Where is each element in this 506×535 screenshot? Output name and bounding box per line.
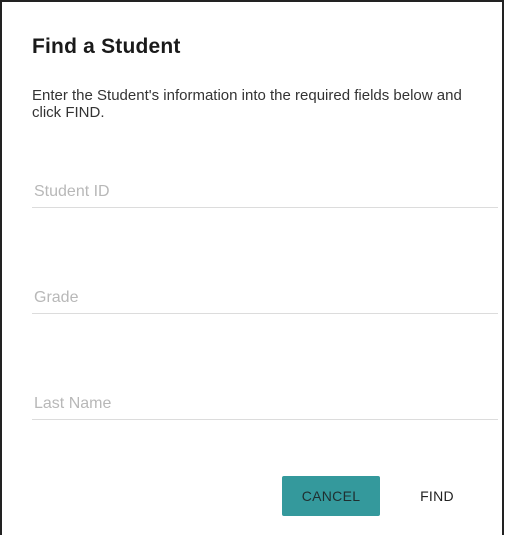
grade-input[interactable] <box>32 285 502 311</box>
student-id-input[interactable] <box>32 179 502 205</box>
grade-field <box>32 285 502 314</box>
find-button[interactable]: FIND <box>400 476 474 516</box>
student-id-field <box>32 179 502 208</box>
last-name-field <box>32 391 502 420</box>
cancel-button[interactable]: CANCEL <box>282 476 380 516</box>
find-student-dialog: Find a Student Enter the Student's infor… <box>0 0 504 535</box>
dialog-title: Find a Student <box>32 35 181 58</box>
dialog-description: Enter the Student's information into the… <box>32 87 462 121</box>
last-name-input[interactable] <box>32 391 502 417</box>
